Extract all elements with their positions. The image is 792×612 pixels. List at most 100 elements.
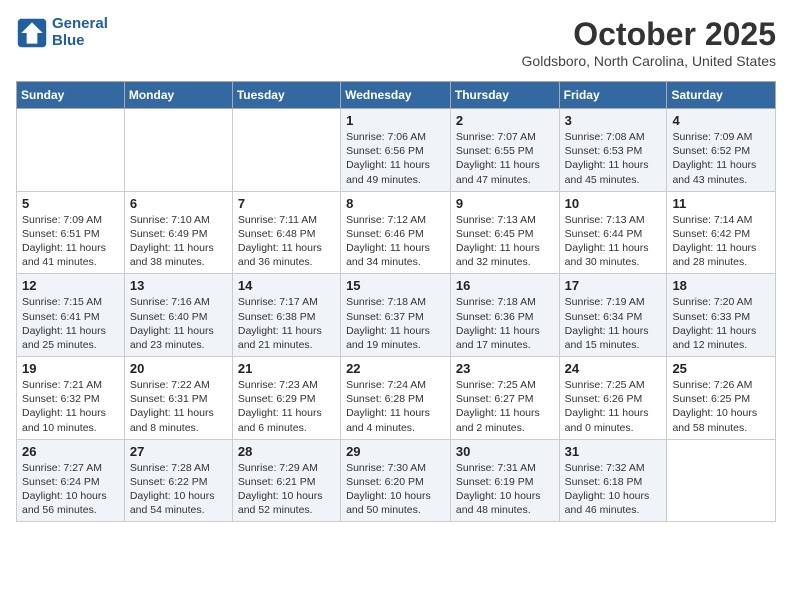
calendar-cell: 31 Sunrise: 7:32 AM Sunset: 6:18 PM Dayli… — [559, 439, 667, 522]
weekday-header-wednesday: Wednesday — [341, 82, 451, 109]
logo-line1: General — [52, 15, 108, 32]
calendar-cell: 10 Sunrise: 7:13 AM Sunset: 6:44 PM Dayli… — [559, 191, 667, 274]
day-number: 9 — [456, 196, 554, 211]
calendar-week-row: 1 Sunrise: 7:06 AM Sunset: 6:56 PM Daylig… — [17, 109, 776, 192]
day-info: Sunrise: 7:31 AM Sunset: 6:19 PM Dayligh… — [456, 461, 554, 518]
day-info: Sunrise: 7:18 AM Sunset: 6:36 PM Dayligh… — [456, 295, 554, 352]
calendar-cell: 18 Sunrise: 7:20 AM Sunset: 6:33 PM Dayli… — [667, 274, 776, 357]
calendar-week-row: 26 Sunrise: 7:27 AM Sunset: 6:24 PM Dayli… — [17, 439, 776, 522]
day-number: 2 — [456, 113, 554, 128]
calendar-cell: 1 Sunrise: 7:06 AM Sunset: 6:56 PM Daylig… — [341, 109, 451, 192]
day-number: 8 — [346, 196, 445, 211]
day-info: Sunrise: 7:29 AM Sunset: 6:21 PM Dayligh… — [238, 461, 335, 518]
calendar-week-row: 19Sunrise: 7:21 AM Sunset: 6:32 PM Dayli… — [17, 357, 776, 440]
calendar-cell: 22 Sunrise: 7:24 AM Sunset: 6:28 PM Dayli… — [341, 357, 451, 440]
calendar-cell: 2 Sunrise: 7:07 AM Sunset: 6:55 PM Daylig… — [450, 109, 559, 192]
day-info: Sunrise: 7:30 AM Sunset: 6:20 PM Dayligh… — [346, 461, 445, 518]
day-number: 17 — [565, 278, 662, 293]
calendar-cell: 4 Sunrise: 7:09 AM Sunset: 6:52 PM Daylig… — [667, 109, 776, 192]
calendar-cell: 7 Sunrise: 7:11 AM Sunset: 6:48 PM Daylig… — [232, 191, 340, 274]
calendar-table: SundayMondayTuesdayWednesdayThursdayFrid… — [16, 81, 776, 522]
day-info: Sunrise: 7:13 AM Sunset: 6:44 PM Dayligh… — [565, 213, 662, 270]
day-number: 14 — [238, 278, 335, 293]
logo-text: General Blue — [52, 16, 108, 49]
day-number: 5 — [22, 196, 119, 211]
calendar-cell: 16 Sunrise: 7:18 AM Sunset: 6:36 PM Dayli… — [450, 274, 559, 357]
weekday-header-saturday: Saturday — [667, 82, 776, 109]
calendar-cell: 6Sunrise: 7:10 AM Sunset: 6:49 PM Daylig… — [124, 191, 232, 274]
day-number: 13 — [130, 278, 227, 293]
calendar-cell — [17, 109, 125, 192]
calendar-cell: 23 Sunrise: 7:25 AM Sunset: 6:27 PM Dayli… — [450, 357, 559, 440]
calendar-cell — [667, 439, 776, 522]
day-number: 4 — [672, 113, 770, 128]
weekday-header-row: SundayMondayTuesdayWednesdayThursdayFrid… — [17, 82, 776, 109]
day-number: 12 — [22, 278, 119, 293]
day-info: Sunrise: 7:21 AM Sunset: 6:32 PM Dayligh… — [22, 378, 119, 435]
day-number: 29 — [346, 444, 445, 459]
page-header: General Blue October 2025 Goldsboro, Nor… — [16, 16, 776, 69]
calendar-cell: 5Sunrise: 7:09 AM Sunset: 6:51 PM Daylig… — [17, 191, 125, 274]
day-number: 21 — [238, 361, 335, 376]
logo-icon — [16, 17, 48, 49]
day-info: Sunrise: 7:12 AM Sunset: 6:46 PM Dayligh… — [346, 213, 445, 270]
calendar-cell: 20 Sunrise: 7:22 AM Sunset: 6:31 PM Dayli… — [124, 357, 232, 440]
calendar-week-row: 5Sunrise: 7:09 AM Sunset: 6:51 PM Daylig… — [17, 191, 776, 274]
day-info: Sunrise: 7:09 AM Sunset: 6:52 PM Dayligh… — [672, 130, 770, 187]
day-info: Sunrise: 7:13 AM Sunset: 6:45 PM Dayligh… — [456, 213, 554, 270]
day-number: 26 — [22, 444, 119, 459]
weekday-header-sunday: Sunday — [17, 82, 125, 109]
day-number: 15 — [346, 278, 445, 293]
day-number: 16 — [456, 278, 554, 293]
day-number: 3 — [565, 113, 662, 128]
day-number: 1 — [346, 113, 445, 128]
calendar-cell: 29 Sunrise: 7:30 AM Sunset: 6:20 PM Dayli… — [341, 439, 451, 522]
calendar-cell: 8 Sunrise: 7:12 AM Sunset: 6:46 PM Daylig… — [341, 191, 451, 274]
calendar-cell: 15 Sunrise: 7:18 AM Sunset: 6:37 PM Dayli… — [341, 274, 451, 357]
day-number: 20 — [130, 361, 227, 376]
day-number: 31 — [565, 444, 662, 459]
day-info: Sunrise: 7:22 AM Sunset: 6:31 PM Dayligh… — [130, 378, 227, 435]
day-info: Sunrise: 7:06 AM Sunset: 6:56 PM Dayligh… — [346, 130, 445, 187]
weekday-header-monday: Monday — [124, 82, 232, 109]
day-info: Sunrise: 7:24 AM Sunset: 6:28 PM Dayligh… — [346, 378, 445, 435]
day-info: Sunrise: 7:25 AM Sunset: 6:27 PM Dayligh… — [456, 378, 554, 435]
day-info: Sunrise: 7:20 AM Sunset: 6:33 PM Dayligh… — [672, 295, 770, 352]
day-info: Sunrise: 7:32 AM Sunset: 6:18 PM Dayligh… — [565, 461, 662, 518]
calendar-cell: 21Sunrise: 7:23 AM Sunset: 6:29 PM Dayli… — [232, 357, 340, 440]
day-number: 10 — [565, 196, 662, 211]
calendar-cell: 30Sunrise: 7:31 AM Sunset: 6:19 PM Dayli… — [450, 439, 559, 522]
calendar-cell: 19Sunrise: 7:21 AM Sunset: 6:32 PM Dayli… — [17, 357, 125, 440]
title-block: October 2025 Goldsboro, North Carolina, … — [522, 16, 776, 69]
day-info: Sunrise: 7:18 AM Sunset: 6:37 PM Dayligh… — [346, 295, 445, 352]
calendar-cell: 9 Sunrise: 7:13 AM Sunset: 6:45 PM Daylig… — [450, 191, 559, 274]
calendar-cell: 14Sunrise: 7:17 AM Sunset: 6:38 PM Dayli… — [232, 274, 340, 357]
weekday-header-thursday: Thursday — [450, 82, 559, 109]
day-number: 23 — [456, 361, 554, 376]
location-subtitle: Goldsboro, North Carolina, United States — [522, 53, 776, 69]
calendar-cell: 11Sunrise: 7:14 AM Sunset: 6:42 PM Dayli… — [667, 191, 776, 274]
logo: General Blue — [16, 16, 108, 49]
day-info: Sunrise: 7:25 AM Sunset: 6:26 PM Dayligh… — [565, 378, 662, 435]
weekday-header-tuesday: Tuesday — [232, 82, 340, 109]
calendar-cell: 12 Sunrise: 7:15 AM Sunset: 6:41 PM Dayli… — [17, 274, 125, 357]
day-number: 24 — [565, 361, 662, 376]
calendar-cell: 3Sunrise: 7:08 AM Sunset: 6:53 PM Daylig… — [559, 109, 667, 192]
month-title: October 2025 — [522, 16, 776, 53]
day-info: Sunrise: 7:19 AM Sunset: 6:34 PM Dayligh… — [565, 295, 662, 352]
day-number: 7 — [238, 196, 335, 211]
day-info: Sunrise: 7:15 AM Sunset: 6:41 PM Dayligh… — [22, 295, 119, 352]
day-number: 18 — [672, 278, 770, 293]
day-info: Sunrise: 7:07 AM Sunset: 6:55 PM Dayligh… — [456, 130, 554, 187]
day-info: Sunrise: 7:14 AM Sunset: 6:42 PM Dayligh… — [672, 213, 770, 270]
day-number: 22 — [346, 361, 445, 376]
day-info: Sunrise: 7:27 AM Sunset: 6:24 PM Dayligh… — [22, 461, 119, 518]
day-info: Sunrise: 7:16 AM Sunset: 6:40 PM Dayligh… — [130, 295, 227, 352]
day-info: Sunrise: 7:11 AM Sunset: 6:48 PM Dayligh… — [238, 213, 335, 270]
calendar-cell — [232, 109, 340, 192]
calendar-cell: 27Sunrise: 7:28 AM Sunset: 6:22 PM Dayli… — [124, 439, 232, 522]
day-number: 27 — [130, 444, 227, 459]
day-info: Sunrise: 7:26 AM Sunset: 6:25 PM Dayligh… — [672, 378, 770, 435]
calendar-cell: 28 Sunrise: 7:29 AM Sunset: 6:21 PM Dayli… — [232, 439, 340, 522]
day-number: 28 — [238, 444, 335, 459]
